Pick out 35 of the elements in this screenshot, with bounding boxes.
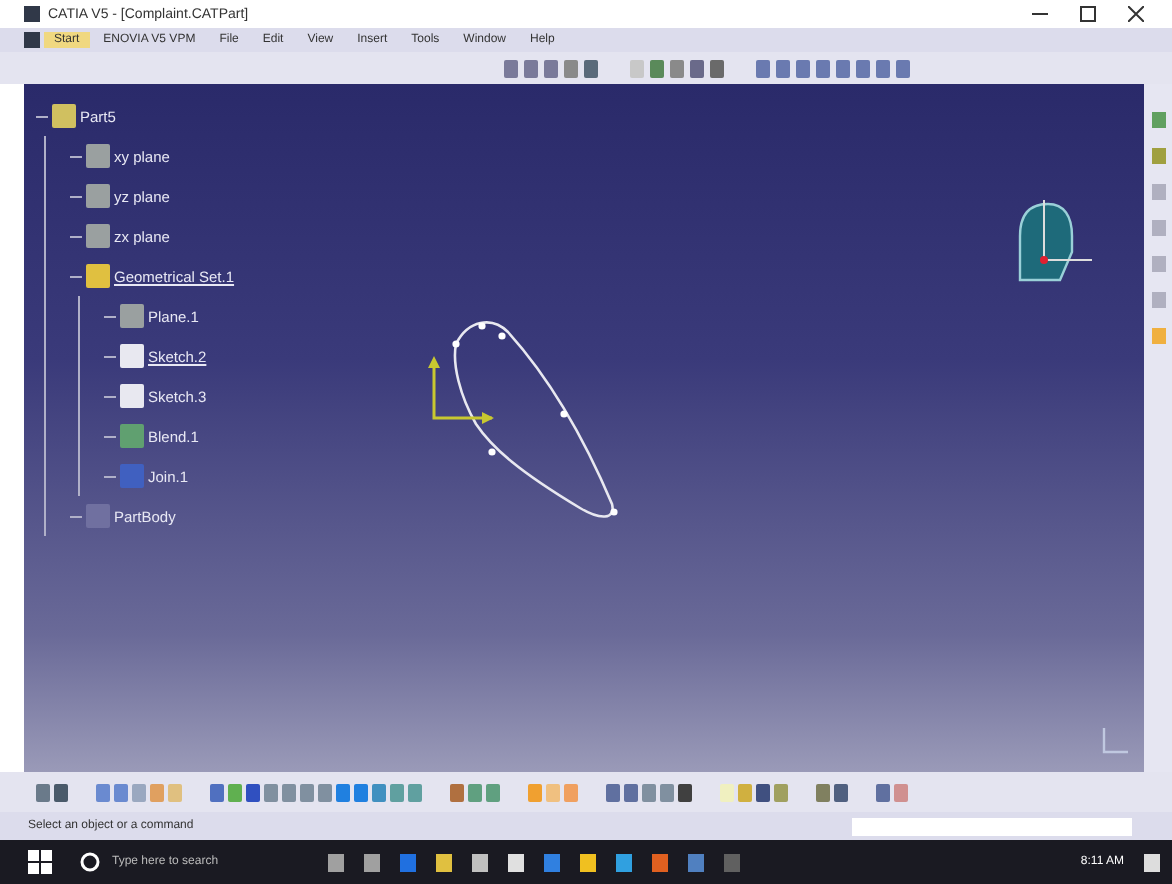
tree-connector-icon	[70, 275, 82, 277]
tree-connector-icon	[104, 315, 116, 317]
plane-icon	[86, 184, 110, 208]
sketch-axis-icon	[428, 356, 496, 424]
notification-icon[interactable]	[1144, 853, 1160, 871]
tree-connector-icon	[70, 515, 82, 517]
sketch-icon	[120, 344, 144, 368]
join-icon	[120, 464, 144, 488]
taskbar-icon[interactable]	[616, 853, 632, 871]
body-icon	[86, 504, 110, 528]
blend-icon	[120, 424, 144, 448]
taskbar-icon[interactable]	[328, 853, 344, 871]
tree-connector-icon	[104, 395, 116, 397]
plane-icon	[120, 304, 144, 328]
taskbar-icon[interactable]	[472, 853, 488, 871]
plane-icon	[86, 144, 110, 168]
taskbar-icon[interactable]	[580, 853, 596, 871]
tree-connector-icon	[70, 195, 82, 197]
taskbar-icon[interactable]	[364, 853, 380, 871]
part-icon	[52, 104, 76, 128]
axis-system-icon	[1100, 728, 1128, 756]
sketch-icon	[120, 384, 144, 408]
command-field[interactable]	[852, 817, 1132, 835]
tree-connector-icon	[104, 355, 116, 357]
tree-connector-icon	[104, 475, 116, 477]
search-icon	[80, 852, 100, 872]
set-icon	[86, 264, 110, 288]
taskbar-icon[interactable]	[436, 853, 452, 871]
taskbar-icon[interactable]	[508, 853, 524, 871]
tree-connector-icon	[70, 155, 82, 157]
start-icon[interactable]	[28, 850, 52, 874]
tree-connector-icon	[104, 435, 116, 437]
tree-connector-icon	[36, 115, 48, 117]
tree-connector-icon	[70, 235, 82, 237]
plane-icon	[86, 224, 110, 248]
